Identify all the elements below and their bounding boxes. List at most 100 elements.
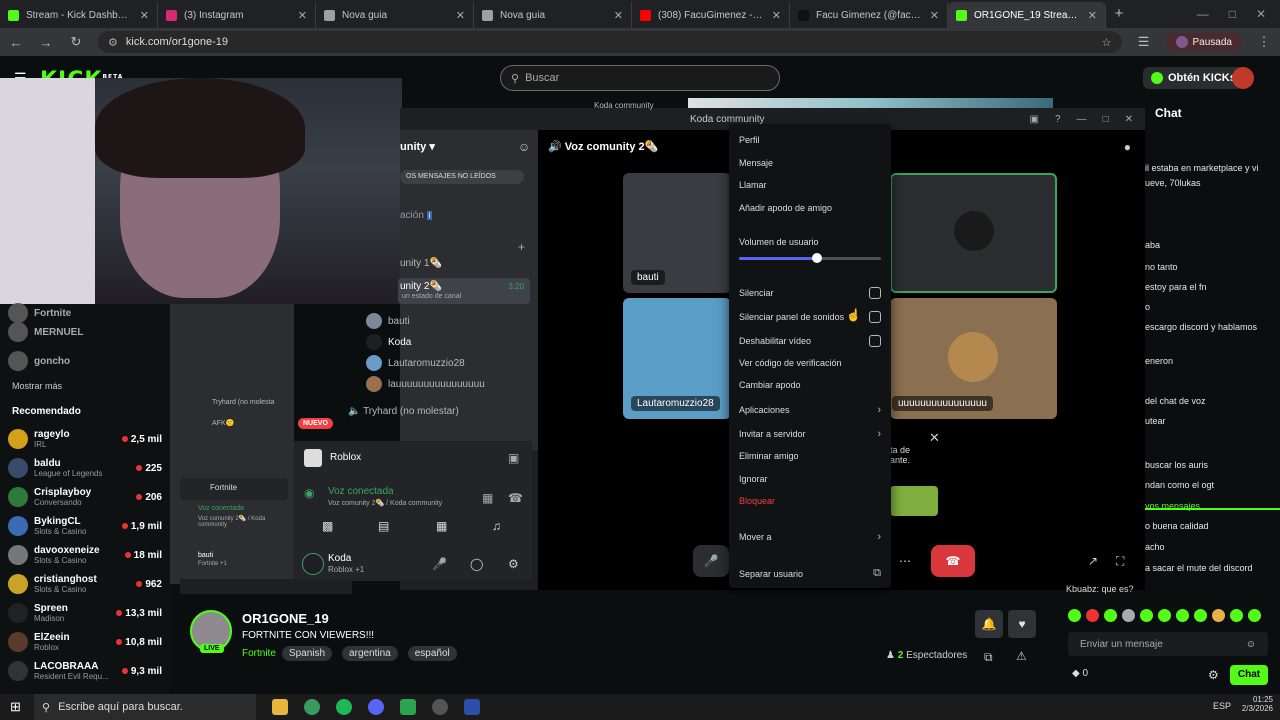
menu-item[interactable]: Mensaje [739, 158, 881, 168]
mic-icon[interactable]: 🎤 [432, 557, 447, 571]
tab-close-icon[interactable]: ✕ [614, 9, 623, 22]
soundboard-icon[interactable]: ♫ [492, 519, 501, 533]
browser-tab[interactable]: Facu Gimenez (@facu.g1menez ✕ [790, 2, 948, 28]
tab-close-icon[interactable]: ✕ [298, 9, 307, 22]
tab-close-icon[interactable]: ✕ [1088, 9, 1097, 22]
discord-minimize-icon[interactable]: — [1077, 114, 1087, 125]
search-input[interactable]: ⚲ Buscar [500, 65, 780, 91]
browser-tab[interactable]: Nova guia ✕ [474, 2, 632, 28]
browser-tab[interactable]: (308) FacuGimenez - YouTube ✕ [632, 2, 790, 28]
emote-icon[interactable] [1230, 609, 1243, 622]
volume-slider[interactable] [739, 253, 881, 263]
recommended-channel[interactable]: davooxeneize Slots & Casino 18 mil [0, 542, 170, 568]
recommended-channel[interactable]: rageylo IRL 2,5 mil [0, 426, 170, 452]
channel-name[interactable]: OR1GONE_19 [242, 611, 329, 626]
emote-icon[interactable] [1158, 609, 1171, 622]
settings-gear-icon[interactable]: ⚙ [508, 557, 519, 571]
invite-icon[interactable]: ☺ [518, 140, 530, 154]
menu-item[interactable]: Mover a › [739, 531, 881, 543]
browser-menu-icon[interactable]: ⋮ [1256, 34, 1272, 50]
help-icon[interactable]: ? [1055, 114, 1061, 125]
tab-close-icon[interactable]: ✕ [930, 9, 939, 22]
recommended-channel[interactable]: baldu League of Legends 225 [0, 455, 170, 481]
spotify-icon[interactable] [336, 699, 352, 715]
emote-icon[interactable] [1122, 609, 1135, 622]
channel-info[interactable]: ación i [400, 210, 433, 221]
volume-slider-handle[interactable] [812, 253, 823, 263]
menu-item[interactable]: Ignorar [739, 474, 881, 484]
emote-icon[interactable] [1194, 609, 1207, 622]
recommended-channel[interactable]: ElZeein Roblox 10,8 mil [0, 629, 170, 655]
tab-close-icon[interactable]: ✕ [772, 9, 781, 22]
checkbox[interactable] [869, 311, 881, 323]
chrome-icon[interactable] [304, 699, 320, 715]
chat-input[interactable]: Enviar un mensaje ☺ [1068, 632, 1268, 656]
video-tile-lautaro[interactable]: Lautaromuzzio28 [623, 298, 731, 419]
hangup-mini-icon[interactable]: ☎ [508, 491, 523, 505]
minimize-icon[interactable]: — [1197, 7, 1209, 21]
emote-icon[interactable] [1248, 609, 1261, 622]
share-icon[interactable]: ⧉ [984, 650, 993, 665]
reload-icon[interactable]: ↻ [68, 34, 84, 50]
video-tile-lauu[interactable]: uuuuuuuuuuuuuuuu [890, 298, 1057, 419]
discord-maximize-icon[interactable]: □ [1103, 114, 1109, 125]
menu-item[interactable]: Invitar a servidor › [739, 428, 881, 440]
menu-item[interactable]: Llamar [739, 180, 881, 190]
checkbox[interactable] [869, 287, 881, 299]
menu-toggle[interactable]: Deshabilitar vídeo [739, 335, 881, 347]
emote-icon[interactable] [1068, 609, 1081, 622]
notification-bell-icon[interactable]: 🔔 [975, 610, 1003, 638]
address-bar[interactable]: ⚙ kick.com/or1gone-19 ☆ [98, 31, 1122, 53]
sidebar-channel[interactable]: MERNUEL [0, 319, 170, 345]
obs-icon[interactable] [432, 699, 448, 715]
recommended-channel[interactable]: cristianghost Slots & Casino 962 [0, 571, 170, 597]
recommended-channel[interactable]: BykingCL Slots & Casino 1,9 mil [0, 513, 170, 539]
popup-chess-image[interactable] [890, 486, 938, 516]
start-icon[interactable]: ⊞ [10, 699, 21, 715]
user-avatar[interactable] [1232, 67, 1254, 89]
voice-chat-icon[interactable]: ● [1124, 140, 1131, 154]
taskbar-lang[interactable]: ESP [1213, 701, 1231, 711]
menu-item[interactable]: Ver código de verificación [739, 358, 881, 368]
popout-icon[interactable]: ↗ [1088, 554, 1098, 568]
voice-member[interactable]: Lautaromuzzio28 [366, 355, 465, 371]
close-window-icon[interactable]: ✕ [1256, 7, 1266, 21]
maximize-icon[interactable]: □ [1229, 7, 1236, 21]
reading-list-icon[interactable]: ☰ [1136, 34, 1152, 50]
checkbox[interactable] [869, 335, 881, 347]
emote-icon[interactable] [1104, 609, 1117, 622]
voice-member[interactable]: Koda [366, 334, 411, 350]
video-tile-bauti[interactable]: bauti [623, 173, 731, 293]
tag-spanish[interactable]: Spanish [281, 646, 333, 661]
report-icon[interactable]: ⚠ [1016, 649, 1027, 663]
emote-icon[interactable] [1212, 609, 1225, 622]
chat-settings-icon[interactable]: ⚙ [1208, 668, 1219, 682]
recommended-channel[interactable]: LACOBRAAA Resident Evil Requ... 9,3 mil [0, 658, 170, 684]
camera-off-icon[interactable]: ▩ [322, 519, 333, 533]
menu-item[interactable]: Añadir apodo de amigo [739, 203, 881, 213]
chat-send-button[interactable]: Chat [1230, 665, 1268, 685]
site-info-icon[interactable]: ⚙ [108, 36, 118, 49]
voice-member[interactable]: lauuuuuuuuuuuuuuuu [366, 376, 485, 392]
taskbar-clock[interactable]: 01:25 2/3/2026 [1237, 695, 1273, 713]
browser-tab[interactable]: (3) Instagram ✕ [158, 2, 316, 28]
user-avatar-koda[interactable] [302, 553, 324, 575]
app-green-icon[interactable] [400, 699, 416, 715]
tryhard-label[interactable]: Tryhard (no molestar) [363, 406, 459, 417]
tab-close-icon[interactable]: ✕ [456, 9, 465, 22]
video-tile-speaking[interactable] [890, 173, 1057, 293]
add-channel-icon[interactable]: + [518, 240, 525, 254]
tab-close-icon[interactable]: ✕ [140, 9, 149, 22]
app-blue-icon[interactable] [464, 699, 480, 715]
emoji-icon[interactable]: ☺ [1246, 639, 1256, 650]
bookmark-star-icon[interactable]: ☆ [1102, 36, 1112, 49]
file-explorer-icon[interactable] [272, 699, 288, 715]
recommended-channel[interactable]: Spreen Madison 13,3 mil [0, 600, 170, 626]
headphones-icon[interactable]: ◯ [470, 557, 483, 571]
popup-close-icon[interactable]: ✕ [929, 430, 940, 446]
tag-espanol[interactable]: español [407, 646, 457, 661]
screen-share-icon[interactable]: ▤ [378, 519, 389, 533]
browser-tab[interactable]: Nova guia ✕ [316, 2, 474, 28]
browser-tab[interactable]: OR1GONE_19 Stream - Wat ✕ [948, 2, 1106, 28]
fullscreen-icon[interactable]: ⛶ [1116, 554, 1124, 569]
